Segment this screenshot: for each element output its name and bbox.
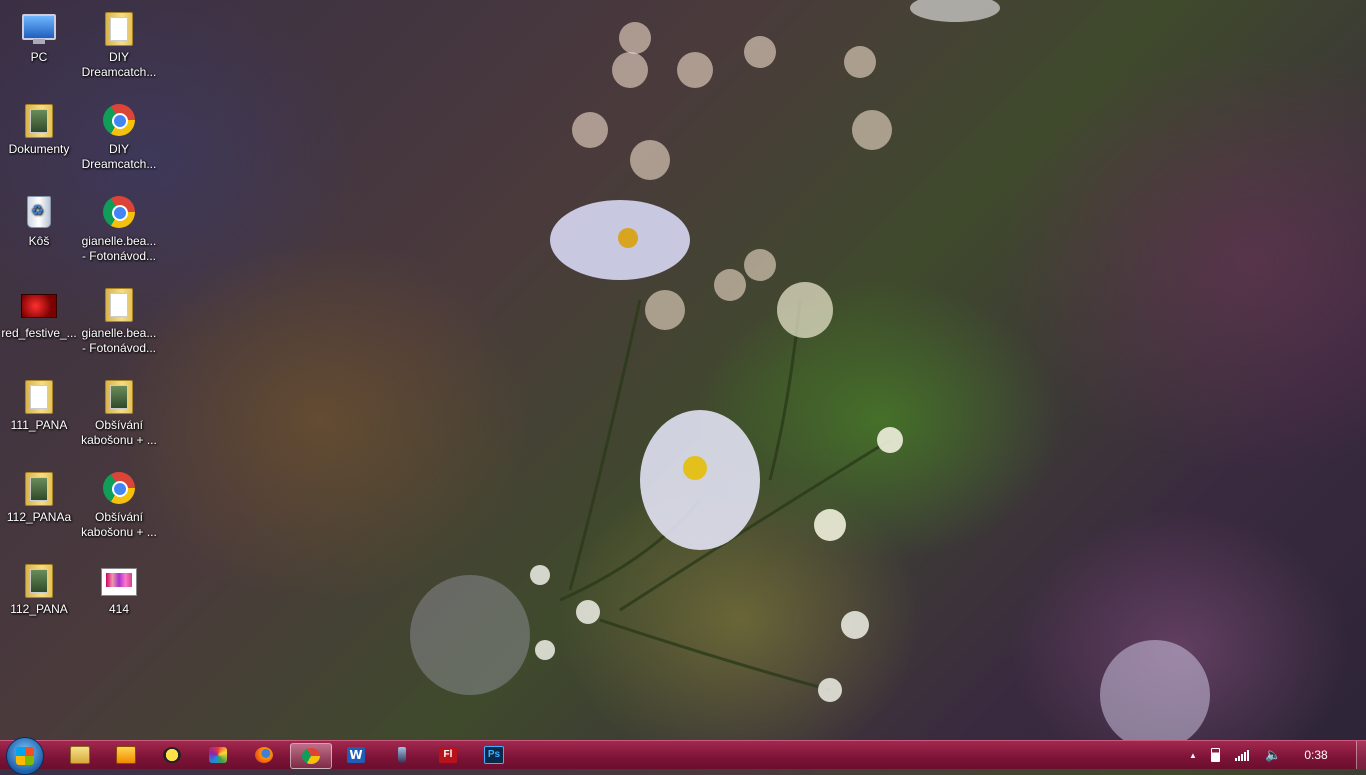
desktop-icon-label: gianelle.bea... - Fotonávod... <box>81 326 157 355</box>
folder-icon <box>19 468 59 508</box>
folder-icon <box>19 376 59 416</box>
folder-icon <box>99 284 139 324</box>
chrome-icon <box>302 748 320 764</box>
desktop-icon-label: Kôš <box>28 234 50 248</box>
folder-icon <box>70 746 90 764</box>
desktop-icon-diy-dreamcatcher-folder[interactable]: DIY Dreamcatch... <box>80 4 158 80</box>
show-hidden-icons-arrow[interactable]: ▲ <box>1184 751 1202 760</box>
desktop-icon-label: gianelle.bea... - Fotonávod... <box>81 234 157 263</box>
colorful-app-icon <box>209 747 227 763</box>
word-icon: W <box>347 747 365 763</box>
taskbar-file-explorer[interactable] <box>60 743 100 767</box>
desktop-icon-label: 414 <box>108 602 130 616</box>
taskbar-word[interactable]: W <box>336 743 376 767</box>
notification-area: ▲ 🔈 <box>1184 741 1281 769</box>
start-button[interactable] <box>6 737 44 775</box>
chrome-icon <box>99 468 139 508</box>
desktop-icon-diy-dreamcatcher-chrome[interactable]: DIY Dreamcatch... <box>80 96 158 172</box>
desktop-icon-label: Dokumenty <box>8 142 70 156</box>
desktop-icon-112-pana[interactable]: 112_PANA <box>0 556 78 617</box>
desktop-icon-gianelle-folder[interactable]: gianelle.bea... - Fotonávod... <box>80 280 158 356</box>
battery-icon[interactable] <box>1211 748 1220 762</box>
taskbar-media-player[interactable] <box>106 743 146 767</box>
taskbar-app-colorful[interactable] <box>198 743 238 767</box>
chrome-icon <box>99 100 139 140</box>
desktop-icon-111-pana[interactable]: 111_PANA <box>0 372 78 433</box>
taskbar-clock[interactable]: 0:38 <box>1296 748 1336 762</box>
photoshop-icon: Ps <box>484 746 504 764</box>
taskbar-pen-tool[interactable] <box>382 743 422 767</box>
media-player-icon <box>116 746 136 764</box>
firefox-icon <box>255 747 273 763</box>
taskbar-photoshop[interactable]: Ps <box>474 743 514 767</box>
image-thumbnail-icon <box>99 560 139 600</box>
desktop-wallpaper <box>0 0 1366 740</box>
desktop-icon-recycle-bin[interactable]: Kôš <box>0 188 78 249</box>
volume-icon[interactable]: 🔈 <box>1265 747 1281 763</box>
image-thumbnail-icon <box>19 284 59 324</box>
desktop-icon-obsivani-folder[interactable]: Obšívání kabošonu + ... <box>80 372 158 448</box>
desktop-icon-label: 112_PANAa <box>6 510 72 524</box>
desktop-icon-label: 112_PANA <box>10 602 68 616</box>
show-desktop-button[interactable] <box>1356 741 1366 769</box>
taskbar-firefox[interactable] <box>244 743 284 767</box>
smiley-app-icon <box>163 747 181 763</box>
desktop-icon-label: DIY Dreamcatch... <box>81 142 157 171</box>
desktop-icon-red-festive[interactable]: red_festive_... <box>0 280 78 341</box>
desktop-icon-label: PC <box>30 50 48 64</box>
desktop-icon-pc[interactable]: PC <box>0 4 78 65</box>
computer-icon <box>19 8 59 48</box>
desktop-icon-label: DIY Dreamcatch... <box>81 50 157 79</box>
network-signal-icon[interactable] <box>1235 749 1249 761</box>
desktop-icon-gianelle-chrome[interactable]: gianelle.bea... - Fotonávod... <box>80 188 158 264</box>
folder-icon <box>99 376 139 416</box>
desktop-icon-label: Obšívání kabošonu + ... <box>81 418 157 447</box>
desktop-icon-label: 111_PANA <box>10 418 68 432</box>
taskbar: W Fl Ps ▲ 🔈 0:38 <box>0 737 1366 775</box>
desktop-icon-label: red_festive_... <box>1 326 77 340</box>
documents-folder-icon <box>19 100 59 140</box>
desktop-icon-112-panaa[interactable]: 112_PANAa <box>0 464 78 525</box>
recycle-bin-icon <box>19 192 59 232</box>
taskbar-flash[interactable]: Fl <box>428 743 468 767</box>
folder-icon <box>99 8 139 48</box>
pen-tool-icon <box>398 747 406 763</box>
desktop-icon-414[interactable]: 414 <box>80 556 158 617</box>
desktop-icon-dokumenty[interactable]: Dokumenty <box>0 96 78 157</box>
taskbar-chrome[interactable] <box>290 743 332 769</box>
flash-icon: Fl <box>439 747 457 763</box>
chrome-icon <box>99 192 139 232</box>
flower-wallpaper-art <box>410 0 1210 740</box>
desktop-icon-label: Obšívání kabošonu + ... <box>81 510 157 539</box>
desktop-icon-obsivani-chrome[interactable]: Obšívání kabošonu + ... <box>80 464 158 540</box>
folder-icon <box>19 560 59 600</box>
taskbar-app-yellow[interactable] <box>152 743 192 767</box>
